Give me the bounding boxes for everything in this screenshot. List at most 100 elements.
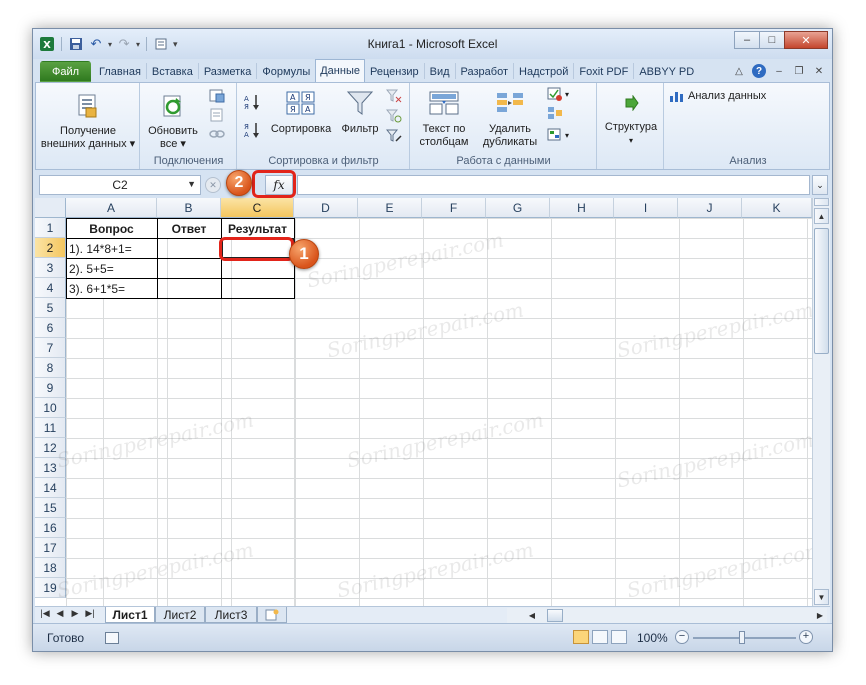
row-header-8[interactable]: 8 [35,358,66,378]
doc-minimize-icon[interactable]: – [772,64,786,78]
close-button[interactable]: ✕ [784,31,828,49]
row-header-14[interactable]: 14 [35,478,66,498]
horizontal-scroll-thumb[interactable] [547,609,563,622]
macro-record-icon[interactable] [105,632,119,644]
next-sheet-icon[interactable]: ▶ [69,608,81,619]
doc-restore-icon[interactable]: ❐ [792,64,806,78]
worksheet-grid[interactable]: A B C D E F G H I J K 1 2 3 4 5 6 7 8 9 10 11 12 13 1… [35,198,812,606]
tab-insert[interactable]: Вставка [147,61,198,82]
column-header-c[interactable]: C [221,198,294,218]
row-header-19[interactable]: 19 [35,578,66,598]
row-header-4[interactable]: 4 [35,278,66,298]
properties-icon[interactable] [209,108,225,122]
cell-c1[interactable]: Результат [222,219,293,239]
sort-za-icon[interactable]: ЯА [244,121,262,142]
name-box[interactable]: C2 ▼ [39,175,201,195]
filter-button[interactable]: Фильтр [338,87,382,136]
tab-abbyy-pdf[interactable]: ABBYY PD [634,61,699,82]
horizontal-scrollbar[interactable]: ◀ ▶ [507,608,827,623]
page-break-view-icon[interactable] [611,630,627,644]
column-header-i[interactable]: I [614,198,678,218]
row-header-16[interactable]: 16 [35,518,66,538]
scroll-up-icon[interactable]: ▲ [814,208,829,224]
consolidate-button[interactable] [547,106,569,123]
cell-b1[interactable]: Ответ [158,219,220,239]
what-if-button[interactable]: ▾ [547,128,569,142]
text-to-columns-button[interactable]: Текст по столбцам [413,87,475,149]
sort-button[interactable]: АЯЯА Сортировка [266,87,336,136]
sheet-tab-3[interactable]: Лист3 [205,607,257,623]
cell-a1[interactable]: Вопрос [67,219,156,239]
reapply-filter-icon[interactable] [386,109,402,123]
sort-az-icon[interactable]: АЯ [244,93,262,114]
tab-data[interactable]: Данные [315,59,365,82]
doc-close-icon[interactable]: ✕ [812,64,826,78]
last-sheet-icon[interactable]: ▶| [84,608,96,619]
clear-filter-icon[interactable] [386,89,402,103]
scroll-left-icon[interactable]: ◀ [525,608,539,623]
sheet-tab-2[interactable]: Лист2 [155,607,205,623]
connections-icon[interactable] [209,89,225,103]
tab-page-layout[interactable]: Разметка [199,61,257,82]
row-header-9[interactable]: 9 [35,378,66,398]
column-header-g[interactable]: G [486,198,550,218]
row-header-15[interactable]: 15 [35,498,66,518]
outline-button[interactable]: Структура ▾ [600,87,662,147]
column-header-b[interactable]: B [157,198,221,218]
column-header-k[interactable]: K [742,198,812,218]
name-box-dropdown-icon[interactable]: ▼ [187,179,196,189]
column-header-e[interactable]: E [358,198,422,218]
page-layout-view-icon[interactable] [592,630,608,644]
row-header-10[interactable]: 10 [35,398,66,418]
help-icon[interactable]: ? [752,64,766,78]
maximize-button[interactable]: □ [759,31,785,49]
advanced-filter-icon[interactable] [386,129,402,143]
tab-developer[interactable]: Разработ [456,61,513,82]
normal-view-icon[interactable] [573,630,589,644]
sheet-tab-1[interactable]: Лист1 [105,607,155,623]
vertical-scrollbar[interactable]: ▲ ▼ [812,198,830,606]
column-header-j[interactable]: J [678,198,742,218]
cell-a4[interactable]: 3). 6+1*5= [67,279,156,299]
tab-view[interactable]: Вид [425,61,455,82]
row-header-5[interactable]: 5 [35,298,66,318]
first-sheet-icon[interactable]: |◀ [39,608,51,619]
data-validation-button[interactable]: ▾ [547,87,569,101]
refresh-all-button[interactable]: Обновить все ▾ [143,87,203,151]
tab-formulas[interactable]: Формулы [257,61,315,82]
zoom-out-button[interactable]: − [675,630,689,644]
insert-sheet-button[interactable] [257,607,287,623]
scroll-right-icon[interactable]: ▶ [813,608,827,623]
row-header-13[interactable]: 13 [35,458,66,478]
row-header-3[interactable]: 3 [35,258,66,278]
expand-formula-bar-icon[interactable]: ⌄ [812,175,828,195]
tab-file[interactable]: Файл [40,61,92,82]
remove-duplicates-button[interactable]: Удалить дубликаты [477,87,543,149]
row-header-11[interactable]: 11 [35,418,66,438]
prev-sheet-icon[interactable]: ◀ [54,608,66,619]
data-analysis-button[interactable]: Анализ данных [669,89,766,103]
column-header-f[interactable]: F [422,198,486,218]
zoom-slider-thumb[interactable] [739,631,745,644]
zoom-level[interactable]: 100% [637,631,668,645]
tab-review[interactable]: Рецензир [365,61,424,82]
column-header-h[interactable]: H [550,198,614,218]
vertical-scroll-thumb[interactable] [814,228,829,354]
collapse-ribbon-icon[interactable]: △ [732,64,746,78]
select-all-corner[interactable] [35,198,66,218]
formula-input[interactable] [297,175,810,195]
column-header-d[interactable]: D [294,198,358,218]
scroll-down-icon[interactable]: ▼ [814,589,829,605]
row-header-1[interactable]: 1 [35,218,66,238]
row-header-6[interactable]: 6 [35,318,66,338]
cancel-entry-icon[interactable]: ✕ [205,177,221,193]
row-header-2[interactable]: 2 [35,238,66,258]
minimize-button[interactable]: – [734,31,760,49]
tab-foxit-pdf[interactable]: Foxit PDF [574,61,633,82]
row-header-17[interactable]: 17 [35,538,66,558]
row-header-7[interactable]: 7 [35,338,66,358]
get-external-data-button[interactable]: Получение внешних данных ▾ [40,87,136,151]
row-header-18[interactable]: 18 [35,558,66,578]
cell-a2[interactable]: 1). 14*8+1= [67,239,156,259]
tab-home[interactable]: Главная [94,61,146,82]
